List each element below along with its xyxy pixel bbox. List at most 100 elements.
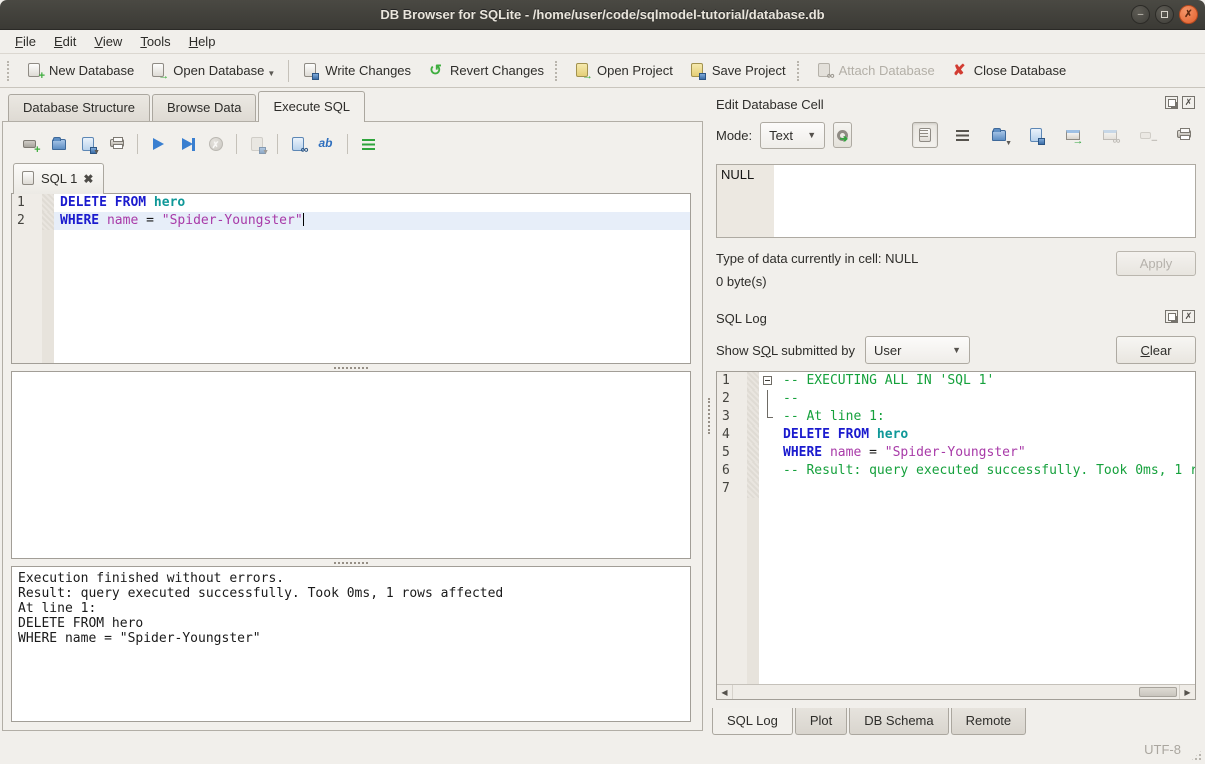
vertical-splitter[interactable] — [705, 88, 712, 735]
sql-log-editor[interactable]: 1-- EXECUTING ALL IN 'SQL 1'2--3-- At li… — [717, 372, 1195, 684]
close-tab-icon[interactable]: ✖ — [83, 172, 93, 186]
open-sql-tab-button[interactable]: + — [17, 132, 43, 156]
open-in-external-app-button[interactable]: → — [1060, 122, 1086, 148]
save-results-button: ▼ — [244, 132, 270, 156]
bottom-tab-sql-log[interactable]: SQL Log — [712, 708, 793, 735]
horizontal-scrollbar[interactable]: ◀ ▶ — [717, 684, 1195, 699]
auto-switch-mode-button[interactable]: ➔ — [833, 122, 852, 148]
submitted-by-value: User — [874, 343, 901, 358]
close-dock-icon[interactable]: ✗ — [1182, 310, 1195, 323]
right-pane: Edit Database Cell ✗ Mode: Text ▼ ➔ ▼→∞− — [712, 88, 1205, 735]
minimize-icon[interactable]: – — [1131, 5, 1150, 24]
code-text: DELETE FROM hero — [777, 426, 1195, 444]
chevron-down-icon[interactable]: ▼ — [267, 69, 275, 79]
menu-tools[interactable]: Tools — [131, 32, 179, 51]
apply-button[interactable]: Apply — [1116, 251, 1196, 276]
cell-editor[interactable]: NULL — [716, 164, 1196, 238]
open-sql-file-button[interactable] — [46, 132, 72, 156]
splitter-results-messages[interactable] — [11, 559, 691, 566]
scrollbar-thumb[interactable] — [1139, 687, 1177, 697]
save-project-icon — [689, 62, 706, 79]
left-pane: Database StructureBrowse DataExecute SQL… — [0, 88, 705, 735]
menu-edit[interactable]: Edit — [45, 32, 85, 51]
menu-view[interactable]: View — [85, 32, 131, 51]
revert-changes-button[interactable]: ↺Revert Changes — [419, 58, 552, 83]
execute-all-button[interactable] — [145, 132, 171, 156]
message-line: Execution finished without errors. — [18, 571, 684, 586]
execution-message-box: Execution finished without errors.Result… — [11, 566, 691, 722]
menu-help[interactable]: Help — [180, 32, 225, 51]
close-database-button[interactable]: ✘Close Database — [943, 58, 1075, 83]
scroll-right-icon[interactable]: ▶ — [1179, 685, 1195, 699]
chevron-down-icon[interactable]: ▼ — [1005, 140, 1012, 147]
find-button[interactable]: ∞ — [285, 132, 311, 156]
fold-margin — [747, 372, 759, 390]
find-replace-button[interactable]: ab — [314, 132, 340, 156]
text-mode-button[interactable] — [912, 122, 938, 148]
open-project-button[interactable]: →Open Project — [566, 58, 681, 83]
fold-collapse-icon[interactable] — [763, 376, 772, 385]
splitter-editor-results[interactable] — [11, 364, 691, 371]
clear-button[interactable]: Clear — [1116, 336, 1196, 364]
execute-current-line-button[interactable] — [174, 132, 200, 156]
code-text: DELETE FROM hero — [54, 194, 690, 212]
encoding-indicator[interactable]: UTF-8 — [1144, 742, 1181, 757]
close-dock-icon[interactable]: ✗ — [1182, 96, 1195, 109]
tab-database-structure[interactable]: Database Structure — [8, 94, 150, 121]
code-text: -- At line 1: — [777, 408, 1195, 426]
toolbar-grip — [7, 61, 12, 81]
print-cell-icon — [1176, 127, 1193, 144]
float-dock-icon[interactable] — [1165, 96, 1178, 109]
float-dock-icon[interactable] — [1165, 310, 1178, 323]
message-line: At line 1: — [18, 601, 684, 616]
open-database-button[interactable]: →Open Database▼ — [142, 58, 283, 83]
print-cell-button[interactable] — [1171, 122, 1197, 148]
write-changes-button[interactable]: Write Changes — [294, 58, 419, 83]
results-table[interactable] — [11, 371, 691, 559]
text-mode-icon — [917, 127, 934, 144]
tab-execute-sql[interactable]: Execute SQL — [258, 91, 365, 122]
line-number: 2 — [717, 390, 747, 408]
bottom-tab-db-schema[interactable]: DB Schema — [849, 708, 948, 735]
find-icon: ∞ — [290, 136, 307, 153]
export-to-file-button[interactable] — [1023, 122, 1049, 148]
chevron-down-icon[interactable]: ▼ — [262, 149, 269, 156]
chevron-down-icon[interactable]: ▼ — [93, 149, 100, 156]
message-line: DELETE FROM hero — [18, 616, 684, 631]
format-sql-button[interactable] — [355, 132, 381, 156]
attach-database-label: Attach Database — [839, 63, 935, 78]
import-from-file-button[interactable]: ▼ — [986, 122, 1012, 148]
maximize-icon[interactable] — [1155, 5, 1174, 24]
save-sql-file-button[interactable]: ▼ — [75, 132, 101, 156]
close-icon[interactable]: ✗ — [1179, 5, 1198, 24]
fold-margin — [747, 426, 759, 444]
code-line: 2 -- — [717, 390, 1195, 408]
sql-file-tab-label: SQL 1 — [41, 171, 77, 186]
code-line: 2WHERE name = "Spider-Youngster" — [12, 212, 690, 230]
bottom-tab-remote[interactable]: Remote — [951, 708, 1027, 735]
tab-browse-data[interactable]: Browse Data — [152, 94, 256, 121]
menu-file[interactable]: File — [6, 32, 45, 51]
print-sql-button[interactable] — [104, 132, 130, 156]
fold-margin — [747, 444, 759, 462]
execute-all-icon — [150, 136, 167, 153]
sql-editor[interactable]: 1DELETE FROM hero2WHERE name = "Spider-Y… — [11, 193, 691, 364]
sql-file-tab[interactable]: SQL 1 ✖ — [13, 163, 104, 194]
title-bar: DB Browser for SQLite - /home/user/code/… — [0, 0, 1205, 30]
copy-link-button: ∞ — [1097, 122, 1123, 148]
bottom-tab-plot[interactable]: Plot — [795, 708, 847, 735]
edit-cell-mode-row: Mode: Text ▼ ➔ ▼→∞− — [712, 115, 1197, 155]
submitted-by-select[interactable]: User ▼ — [865, 336, 970, 364]
toolbar-separator — [137, 134, 138, 154]
code-text: -- — [777, 390, 1195, 408]
save-project-button[interactable]: Save Project — [681, 58, 794, 83]
scroll-left-icon[interactable]: ◀ — [717, 685, 733, 699]
resize-grip[interactable] — [1190, 749, 1203, 762]
copy-link-icon: ∞ — [1102, 127, 1119, 144]
sql-file-icon — [22, 170, 35, 187]
cell-info-row: Type of data currently in cell: NULL 0 b… — [712, 251, 1197, 297]
word-wrap-button[interactable] — [949, 122, 975, 148]
new-database-button[interactable]: +New Database — [18, 58, 142, 83]
mode-select[interactable]: Text ▼ — [760, 122, 825, 149]
edit-cell-dock-title: Edit Database Cell ✗ — [712, 93, 1197, 115]
